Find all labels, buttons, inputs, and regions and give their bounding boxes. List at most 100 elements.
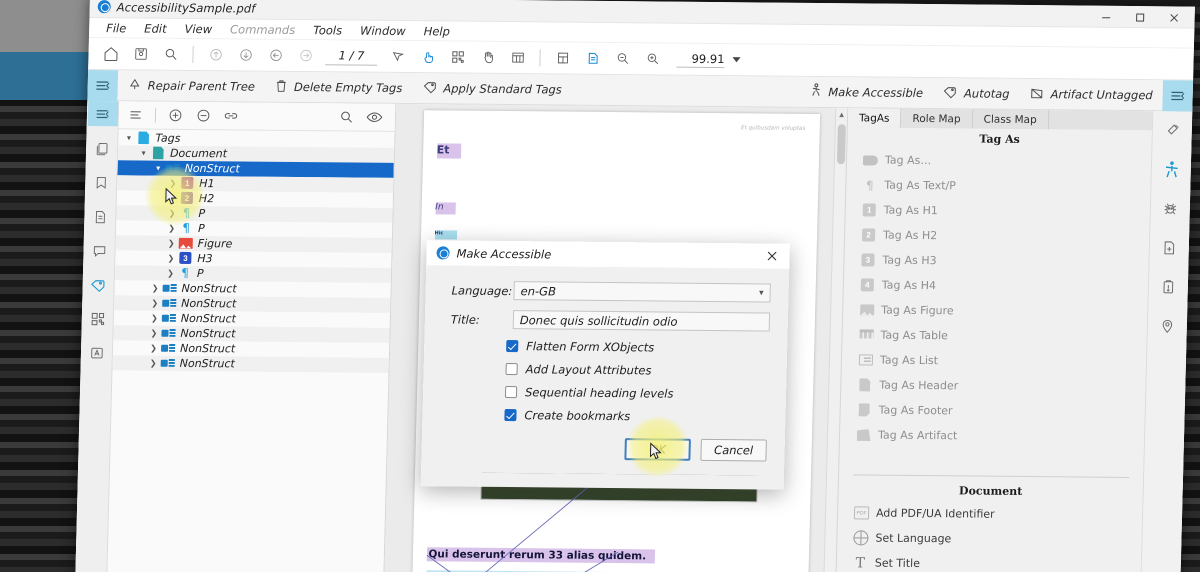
chevron-right-icon[interactable]: ❯ [166,178,179,187]
ok-button[interactable]: OK [624,438,691,461]
scrollbar-thumb[interactable] [836,124,846,165]
menu-window[interactable]: Window [351,23,415,38]
language-select[interactable]: en-GB ▾ [513,281,771,303]
comment-icon[interactable] [87,240,112,262]
cancel-button[interactable]: Cancel [700,438,767,462]
eye-visibility-icon[interactable] [361,105,388,129]
minimize-button[interactable] [1088,6,1123,28]
close-icon[interactable] [761,246,782,266]
thumbnails-icon[interactable] [443,44,472,70]
bug-icon[interactable] [1157,197,1184,219]
bookmark-icon[interactable] [88,172,113,194]
tree-row[interactable]: ❯ NonStruct [112,355,389,373]
tab-role-map[interactable]: Role Map [901,108,973,129]
search-icon[interactable] [333,105,360,129]
repair-parent-tree-button[interactable]: Repair Parent Tree [117,70,265,102]
layers-icon[interactable] [1159,119,1186,141]
zoom-level-value[interactable]: 99.91 [676,51,725,68]
tag-as-item[interactable]: 3 Tag As H3 [844,247,1149,275]
tag-as-item[interactable]: ¶ Tag As Text/P [846,172,1151,200]
home-icon[interactable] [96,41,125,67]
chevron-right-icon[interactable]: ❯ [165,208,178,217]
add-page-icon[interactable] [548,45,577,71]
artifact-untagged-button[interactable]: Artifact Untagged [1019,78,1163,110]
collapse-right-icon[interactable] [1162,79,1194,112]
create-bookmarks-checkbox[interactable] [504,408,517,422]
tag-as-item[interactable]: Tag As List [842,347,1147,375]
chevron-down-icon[interactable] [732,57,741,63]
nav-back-icon[interactable] [261,42,290,68]
close-button[interactable] [1156,6,1191,28]
nav-down-icon[interactable] [231,42,260,68]
delete-empty-tags-button[interactable]: Delete Empty Tags [265,71,413,103]
chevron-right-icon[interactable]: ❯ [148,298,161,307]
link-icon[interactable] [218,104,245,128]
chevron-right-icon[interactable]: ❯ [148,313,161,322]
sequential-heading-levels-checkbox[interactable] [504,386,518,399]
add-circle-icon[interactable] [162,103,189,127]
tab-tagas[interactable]: TagAs [847,108,902,128]
zoom-out-icon[interactable] [608,45,637,71]
chevron-down-icon[interactable]: ▾ [137,148,150,157]
tag-as-item[interactable]: 2 Tag As H2 [845,222,1150,250]
pages-icon[interactable] [89,138,114,160]
tag-as-item[interactable]: Tag As Figure [843,297,1148,325]
scroll-up-arrow[interactable]: ▲ [838,108,846,121]
nav-up-icon[interactable] [201,42,230,68]
grid-icon[interactable] [85,308,110,330]
location-pin-icon[interactable] [1154,314,1181,336]
letter-a-box-icon[interactable] [84,342,109,364]
add-pdfua-identifier-item[interactable]: PDF Add PDF/UA Identifier [838,500,1143,528]
tag-as-item[interactable]: Tag As Footer [840,397,1145,425]
zoom-control[interactable]: 99.91 [676,51,741,68]
flatten-form-xobjects-row[interactable]: Flatten Form XObjects [506,339,769,356]
collapse-left-icon[interactable] [87,69,119,101]
menu-file[interactable]: File [97,21,135,35]
sequential-heading-levels-row[interactable]: Sequential heading levels [504,385,768,402]
autotag-button[interactable]: Autotag [933,78,1020,110]
page-add-icon[interactable] [1156,236,1183,258]
tags-tree[interactable]: ▾ Tags ▾ Document ▾ NonStruct ❯ 1 H1 ❯ 2 H2 ❯ ¶ P ❯ ¶ P ❯ F… [107,129,395,572]
tag-as-item[interactable]: 1 Tag As H1 [845,197,1150,225]
select-arrow-icon[interactable] [383,43,412,69]
maximize-button[interactable] [1122,6,1157,28]
set-language-item[interactable]: Set Language [837,525,1142,553]
remove-circle-icon[interactable] [190,103,217,127]
add-layout-attributes-row[interactable]: Add Layout Attributes [505,362,768,379]
page-number-input[interactable]: 1 / 7 [325,46,378,66]
chevron-down-icon[interactable]: ▾ [152,163,165,172]
set-title-item[interactable]: T Set Title [836,550,1141,572]
menu-view[interactable]: View [175,21,221,35]
tag-icon[interactable] [86,274,111,296]
make-accessible-button[interactable]: Make Accessible [798,76,933,108]
panel-toggle-icon[interactable] [87,100,118,127]
menu-commands[interactable]: Commands [221,22,304,37]
menu-tools[interactable]: Tools [304,23,351,37]
zoom-in-icon[interactable] [638,46,667,72]
chevron-right-icon[interactable]: ❯ [164,253,177,262]
tag-as-item[interactable]: 4 Tag As H4 [844,272,1149,300]
chevron-right-icon[interactable]: ❯ [165,238,178,247]
document-icon[interactable] [88,206,113,228]
panel-menu-icon[interactable] [123,103,150,127]
flatten-form-xobjects-checkbox[interactable] [506,340,519,353]
apply-standard-tags-button[interactable]: Apply Standard Tags [412,73,572,106]
tab-class-map[interactable]: Class Map [972,109,1049,130]
clipboard-alert-icon[interactable] [1155,275,1182,297]
save-icon[interactable] [126,41,155,67]
tag-as-item[interactable]: Tag As Header [841,372,1146,400]
touch-select-icon[interactable] [413,44,442,70]
accessibility-icon[interactable] [1158,158,1185,180]
tag-as-item[interactable]: Tag As… [847,147,1152,175]
menu-edit[interactable]: Edit [135,21,176,35]
table-tool-icon[interactable] [503,44,532,70]
hand-tool-icon[interactable] [473,44,502,70]
chevron-right-icon[interactable]: ❯ [164,268,177,277]
chevron-right-icon[interactable]: ❯ [147,328,160,337]
create-bookmarks-row[interactable]: Create bookmarks [504,408,767,425]
chevron-right-icon[interactable]: ❯ [149,283,162,292]
add-layout-attributes-checkbox[interactable] [505,363,518,376]
tag-as-item[interactable]: Tag As Table [842,322,1147,350]
nav-forward-icon[interactable] [291,42,320,68]
title-input[interactable]: Donec quis sollicitudin odio [512,310,771,332]
